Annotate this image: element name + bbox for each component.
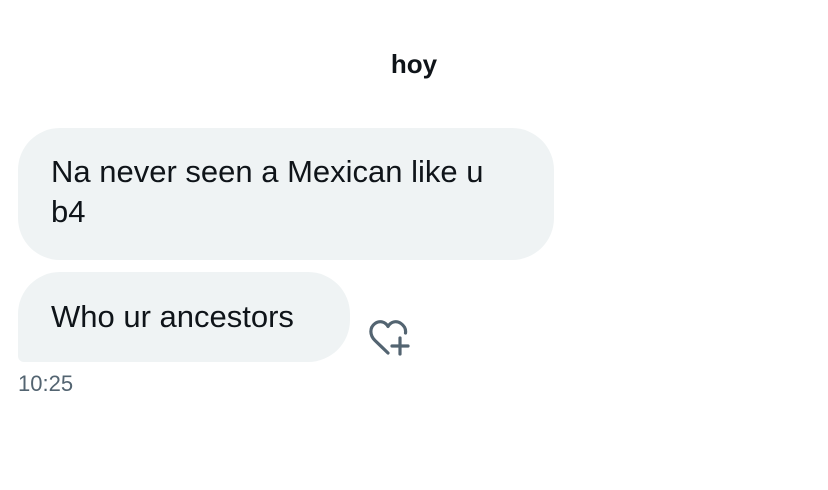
message-text: Na never seen a Mexican like u b4 xyxy=(51,154,484,229)
message-timestamp: 10:25 xyxy=(18,371,74,396)
date-header: hoy xyxy=(390,49,438,79)
message-bubble-2[interactable]: Who ur ancestors xyxy=(18,272,350,362)
heart-plus-icon xyxy=(369,320,410,356)
message-bubble-1[interactable]: Na never seen a Mexican like u b4 xyxy=(18,128,554,260)
message-text: Who ur ancestors xyxy=(51,299,294,334)
react-button[interactable] xyxy=(366,317,414,359)
